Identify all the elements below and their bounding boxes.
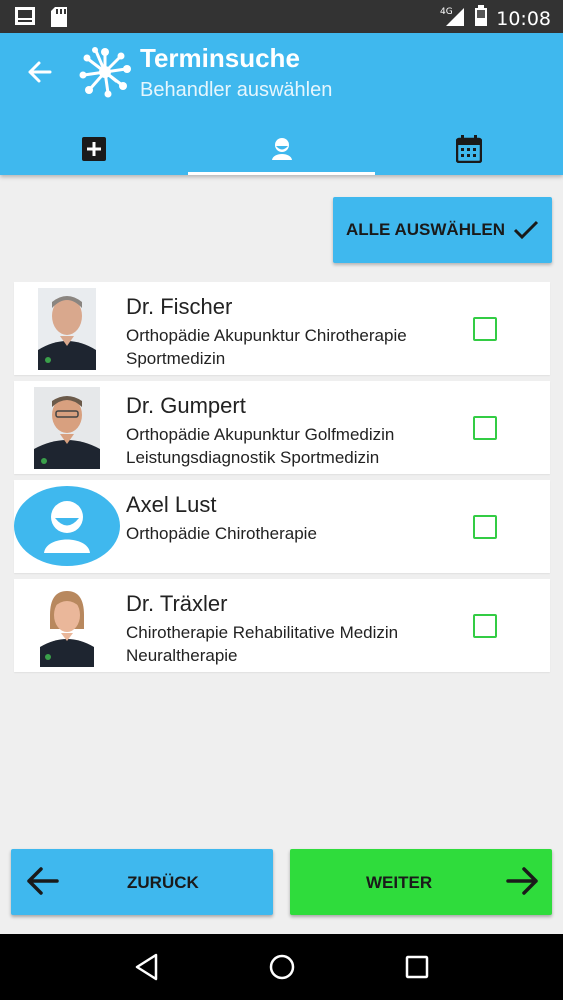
practitioner-specialties: Chirotherapie Rehabilitative Medizin Neu… [126, 623, 399, 665]
practitioner-photo [34, 387, 100, 469]
practitioner-name: Axel Lust [126, 492, 217, 517]
status-bar: 4G 10:08 [0, 0, 563, 33]
arrow-left-icon [27, 867, 59, 895]
practitioner-specialties: Orthopädie Akupunktur Chirotherapie Spor… [126, 326, 407, 368]
signal-icon: 4G [440, 5, 466, 32]
page-subtitle: Behandler auswählen [140, 79, 333, 101]
clock: 10:08 [496, 7, 551, 30]
list-item[interactable]: Dr. Gumpert Orthopädie Akupunktur Golfme… [14, 381, 550, 474]
network-type: 4G [440, 7, 453, 17]
select-all-button[interactable]: ALLE AUSWÄHLEN [333, 197, 552, 263]
practitioner-specialties: Orthopädie Akupunktur Golfmedizin Leistu… [126, 425, 395, 467]
bottom-actions: ZURÜCK WEITER [0, 849, 563, 917]
back-nav-label: ZURÜCK [127, 873, 199, 892]
system-nav-bar [0, 934, 563, 1000]
recents-square-icon[interactable] [405, 955, 429, 979]
app-logo [78, 45, 132, 99]
select-all-label: ALLE AUSWÄHLEN [346, 220, 505, 239]
practitioner-checkbox[interactable] [473, 416, 497, 440]
sd-card-icon [50, 6, 68, 33]
gallery-icon [14, 6, 36, 33]
arrow-right-icon [506, 867, 538, 895]
practitioner-list: Dr. Fischer Orthopädie Akupunktur Chirot… [14, 282, 550, 678]
add-box-icon [81, 137, 106, 161]
page-title: Terminsuche [140, 43, 300, 73]
practitioner-name: Dr. Gumpert [126, 393, 246, 418]
practitioner-checkbox[interactable] [473, 614, 497, 638]
home-circle-icon[interactable] [268, 953, 296, 981]
arrow-left-icon [28, 61, 52, 83]
tab-practitioner[interactable] [187, 123, 376, 175]
back-triangle-icon[interactable] [134, 953, 160, 981]
next-label: WEITER [366, 873, 433, 892]
next-button[interactable]: WEITER [290, 849, 552, 915]
person-icon [44, 501, 90, 553]
list-item[interactable]: Dr. Fischer Orthopädie Akupunktur Chirot… [14, 282, 550, 375]
back-nav-button[interactable]: ZURÜCK [11, 849, 273, 915]
practitioner-name: Dr. Fischer [126, 294, 233, 319]
list-item[interactable]: Dr. Träxler Chirotherapie Rehabilitative… [14, 579, 550, 672]
calendar-icon [456, 135, 483, 163]
practitioner-checkbox[interactable] [473, 515, 497, 539]
tab-calendar[interactable] [375, 123, 563, 175]
practitioner-checkbox[interactable] [473, 317, 497, 341]
avatar-placeholder [14, 486, 120, 566]
tab-add[interactable] [0, 123, 188, 175]
practitioner-specialties: Orthopädie Chirotherapie [126, 524, 317, 543]
person-icon [271, 138, 292, 160]
check-icon [513, 220, 539, 240]
practitioner-photo [40, 585, 94, 667]
list-item[interactable]: Axel Lust Orthopädie Chirotherapie [14, 480, 550, 573]
tab-bar [0, 123, 563, 175]
battery-icon [474, 5, 488, 32]
practitioner-name: Dr. Träxler [126, 591, 228, 616]
back-button[interactable] [22, 55, 56, 89]
app-bar: Terminsuche Behandler auswählen [0, 33, 563, 175]
practitioner-photo [38, 288, 96, 370]
